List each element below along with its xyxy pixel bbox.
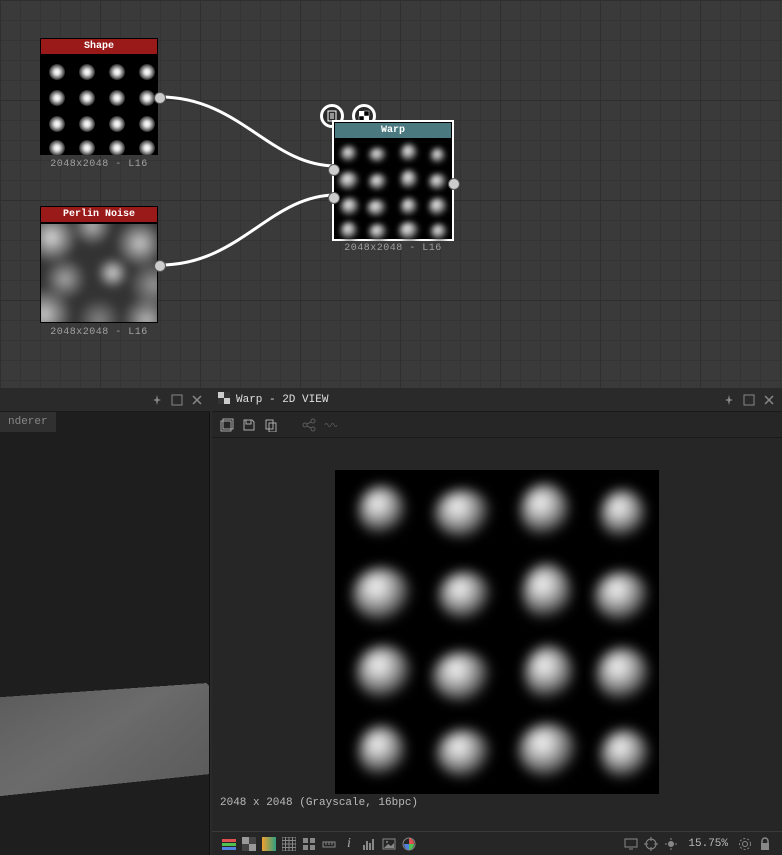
- save-icon[interactable]: [242, 418, 256, 432]
- 2d-viewer-panel: 2048 x 2048 (Grayscale, 16bpc) i 15.75%: [212, 412, 782, 855]
- info-icon[interactable]: i: [340, 835, 358, 853]
- lock-icon[interactable]: [756, 835, 774, 853]
- settings-icon[interactable]: [736, 835, 754, 853]
- target-icon[interactable]: [642, 835, 660, 853]
- input-port-2[interactable]: [328, 192, 340, 204]
- viewer-toolbar-top: [212, 412, 782, 438]
- input-port-1[interactable]: [328, 164, 340, 176]
- output-port[interactable]: [154, 92, 166, 104]
- 3d-plane: [0, 683, 210, 802]
- output-port[interactable]: [448, 178, 460, 190]
- new-window-icon[interactable]: [220, 418, 234, 432]
- renderer-tab[interactable]: nderer: [0, 412, 56, 432]
- copy-icon[interactable]: [264, 418, 278, 432]
- checker-icon: [218, 392, 230, 408]
- alpha-checker-icon[interactable]: [240, 835, 258, 853]
- node-perlin-noise[interactable]: Perlin Noise 2048x2048 - L16: [40, 206, 158, 338]
- histogram-icon[interactable]: [360, 835, 378, 853]
- node-resolution-label: 2048x2048 - L16: [334, 243, 452, 254]
- image-preview: [335, 470, 659, 794]
- layers-icon[interactable]: [220, 835, 238, 853]
- close-icon[interactable]: [190, 393, 204, 407]
- node-preview: [40, 223, 158, 323]
- node-graph[interactable]: Shape 2048x2048 - L16 Perlin Noise 2048x…: [0, 0, 782, 388]
- pin-icon[interactable]: [722, 393, 736, 407]
- grid-icon[interactable]: [280, 835, 298, 853]
- viewer-toolbar-bottom: i 15.75%: [212, 831, 782, 855]
- viewer-title: Warp - 2D VIEW: [236, 394, 328, 406]
- viewer-canvas[interactable]: [212, 438, 782, 811]
- image-info-label: 2048 x 2048 (Grayscale, 16bpc): [220, 797, 418, 809]
- share-icon[interactable]: [302, 418, 316, 432]
- 3d-viewer-panel[interactable]: nderer: [0, 412, 210, 855]
- picture-icon[interactable]: [380, 835, 398, 853]
- zoom-level: 15.75%: [682, 838, 734, 850]
- wave-icon[interactable]: [324, 418, 338, 432]
- pin-icon[interactable]: [150, 393, 164, 407]
- ruler-icon[interactable]: [320, 835, 338, 853]
- maximize-icon[interactable]: [742, 393, 756, 407]
- node-header: Shape: [40, 38, 158, 55]
- close-icon[interactable]: [762, 393, 776, 407]
- node-shape[interactable]: Shape 2048x2048 - L16: [40, 38, 158, 170]
- node-preview: [40, 55, 158, 155]
- maximize-icon[interactable]: [170, 393, 184, 407]
- output-port[interactable]: [154, 260, 166, 272]
- node-resolution-label: 2048x2048 - L16: [40, 159, 158, 170]
- tile-icon[interactable]: [300, 835, 318, 853]
- monitor-icon[interactable]: [622, 835, 640, 853]
- node-resolution-label: 2048x2048 - L16: [40, 327, 158, 338]
- gradient-icon[interactable]: [260, 835, 278, 853]
- node-header: Perlin Noise: [40, 206, 158, 223]
- node-warp[interactable]: Warp 2048x2048 - L16: [334, 122, 452, 254]
- node-header: Warp: [334, 122, 452, 139]
- color-circle-icon[interactable]: [400, 835, 418, 853]
- brightness-icon[interactable]: [662, 835, 680, 853]
- node-preview: [334, 139, 452, 239]
